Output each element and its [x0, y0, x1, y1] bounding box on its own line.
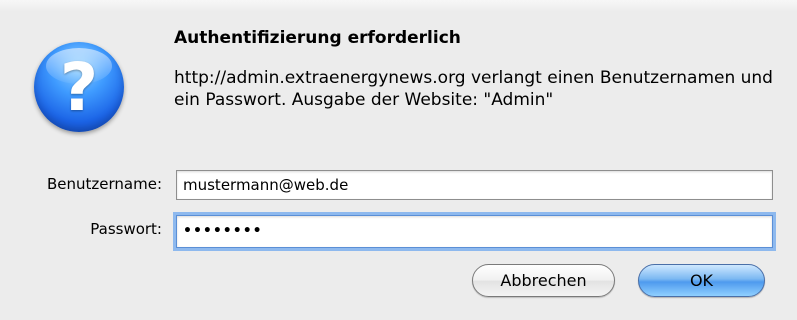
username-field[interactable]: mustermann@web.de [176, 170, 773, 200]
password-field[interactable]: •••••••• [176, 215, 773, 248]
question-glyph: ? [59, 49, 99, 126]
cancel-button-label: Abbrechen [500, 271, 587, 290]
dialog-title: Authentifizierung erforderlich [174, 28, 461, 48]
username-label: Benutzername: [46, 175, 162, 193]
ok-button[interactable]: OK [638, 264, 765, 297]
cancel-button[interactable]: Abbrechen [472, 264, 615, 297]
password-label: Passwort: [90, 220, 162, 238]
authentication-dialog: ? Authentifizierung erforderlich http://… [0, 0, 797, 320]
dialog-message: http://admin.extraenergynews.org verlang… [174, 68, 773, 110]
ok-button-label: OK [689, 271, 714, 290]
question-mark-icon: ? [34, 42, 124, 132]
